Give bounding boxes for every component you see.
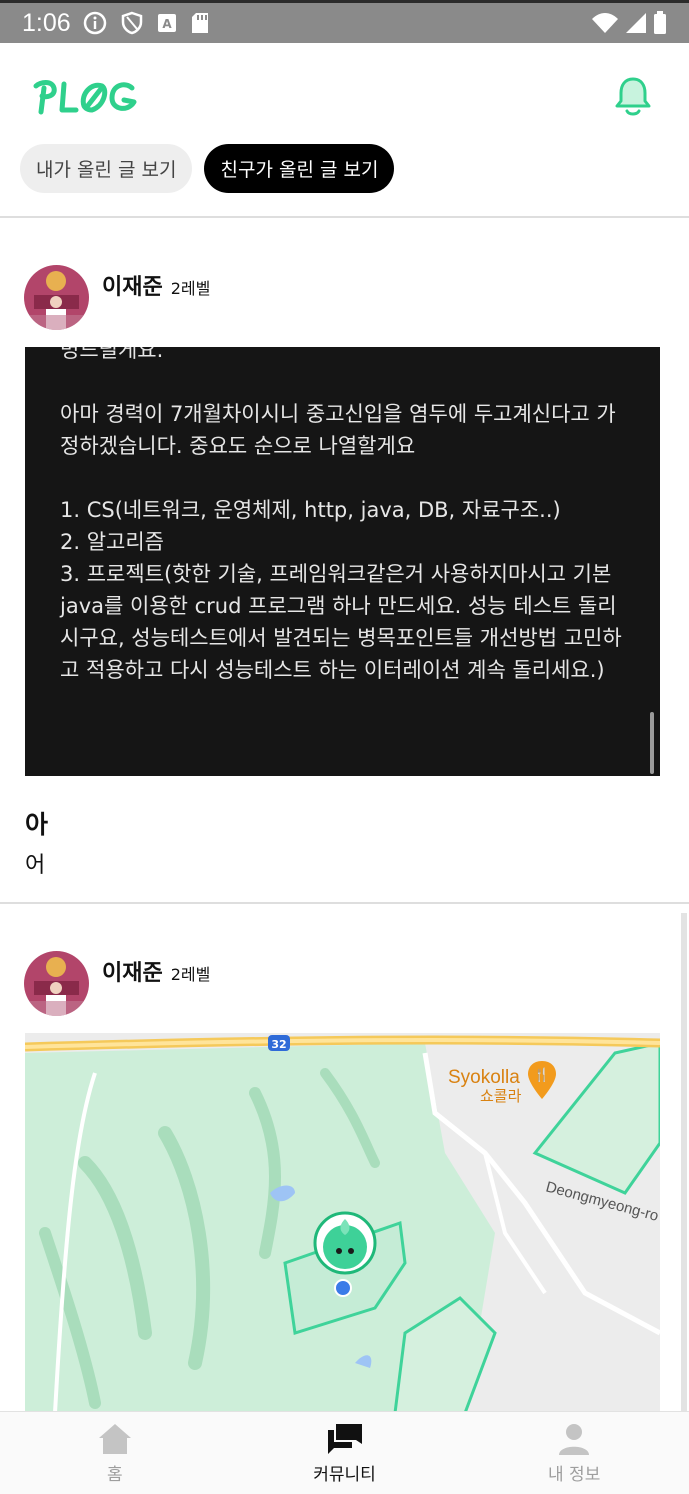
post-header[interactable]: 이재준 2레벨 <box>24 265 210 330</box>
shield-icon <box>121 11 142 35</box>
bell-icon[interactable] <box>614 75 652 117</box>
post-body: 어 <box>25 853 46 878</box>
nav-profile[interactable]: 내 정보 <box>459 1412 689 1494</box>
nav-community[interactable]: 커뮤니티 <box>230 1412 460 1494</box>
avatar[interactable] <box>24 265 89 330</box>
status-time: 1:06 <box>22 8 71 37</box>
post-filter-tabs: 내가 올린 글 보기 친구가 올린 글 보기 <box>20 144 395 193</box>
image-scrollbar[interactable] <box>650 712 654 774</box>
post-map[interactable]: 32 🍴 Syokolla 쇼콜라 Deongmyeong-ro <box>25 1033 660 1413</box>
profile-icon <box>559 1424 590 1455</box>
post-image-item: 2. 알고리즘 <box>60 530 164 554</box>
post-divider <box>0 902 689 904</box>
plog-logo[interactable] <box>32 76 142 116</box>
map-place-name-local: 쇼콜라 <box>480 1087 522 1105</box>
current-location-icon <box>334 1279 352 1297</box>
keyboard-icon: A <box>157 14 176 32</box>
signal-icon <box>626 13 646 33</box>
post-image-line: 명드릴게요. <box>60 347 164 362</box>
app-bar <box>0 43 689 143</box>
tabs-divider <box>0 216 689 218</box>
map-place-name: Syokolla <box>448 1067 520 1088</box>
avatar[interactable] <box>24 951 89 1016</box>
author-name[interactable]: 이재준 <box>102 269 163 301</box>
page-scrollbar[interactable] <box>681 913 687 1413</box>
author-level: 2레벨 <box>170 279 211 298</box>
bottom-navigation: 홈 커뮤니티 내 정보 <box>0 1411 689 1494</box>
post-image-item: 3. 프로젝트(핫한 기술, 프레임워크같은거 사용하지마시고 기본 java를… <box>60 562 622 682</box>
nav-profile-label: 내 정보 <box>548 1465 601 1485</box>
nav-community-label: 커뮤니티 <box>313 1465 376 1485</box>
nav-home[interactable]: 홈 <box>0 1412 230 1494</box>
tab-friend-posts[interactable]: 친구가 올린 글 보기 <box>204 144 395 193</box>
wifi-icon <box>592 13 618 33</box>
tab-my-posts[interactable]: 내가 올린 글 보기 <box>20 144 193 193</box>
svg-text:32: 32 <box>271 1038 286 1051</box>
post-header[interactable]: 이재준 2레벨 <box>24 951 210 1016</box>
home-icon <box>98 1424 131 1454</box>
sd-card-icon <box>191 13 208 33</box>
nav-home-label: 홈 <box>107 1465 123 1485</box>
battery-icon <box>654 11 666 34</box>
author-name[interactable]: 이재준 <box>102 955 163 987</box>
post-image-item: 1. CS(네트워크, 운영체제, http, java, DB, 자료구조..… <box>60 498 561 522</box>
author-level: 2레벨 <box>170 965 211 984</box>
svg-text:A: A <box>162 17 172 31</box>
road-shield: 32 <box>268 1035 290 1051</box>
plog-marker-icon[interactable] <box>313 1211 377 1275</box>
post-title: 아 <box>25 810 49 839</box>
post-image-paragraph: 아마 경력이 7개월차이시니 중고신입을 염두에 두고계신다고 가정하겠습니다.… <box>60 402 616 458</box>
post-image[interactable]: 명드릴게요. 아마 경력이 7개월차이시니 중고신입을 염두에 두고계신다고 가… <box>25 347 660 776</box>
community-icon <box>327 1424 362 1454</box>
info-icon <box>83 11 106 35</box>
svg-text:🍴: 🍴 <box>534 1067 550 1083</box>
status-bar: 1:06 A <box>0 0 689 43</box>
